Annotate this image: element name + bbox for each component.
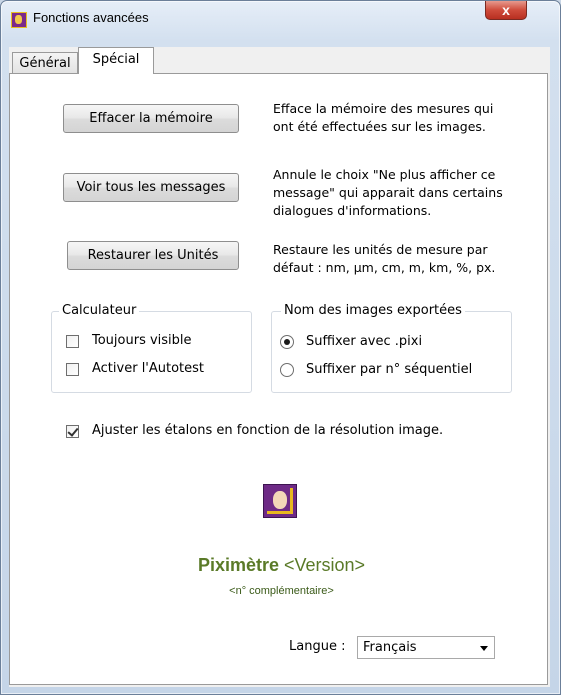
piximetre-logo-icon (263, 484, 297, 518)
suffix-pixi-label: Suffixer avec .pixi (306, 334, 423, 349)
adjust-standards-label: Ajuster les étalons en fonction de la ré… (92, 423, 444, 438)
suffix-sequential-radio[interactable] (280, 363, 294, 377)
product-extra: <n° complémentaire> (229, 585, 334, 597)
clear-memory-description: Efface la mémoire des mesures qui ont ét… (273, 101, 494, 134)
suffix-sequential-label: Suffixer par n° séquentiel (306, 362, 473, 377)
language-value: Français (363, 640, 417, 655)
restore-units-description: Restaure les unités de mesure par défaut… (273, 242, 496, 275)
window-title: Fonctions avancées (33, 10, 149, 25)
product-title: Piximètre <Version> (1, 555, 561, 576)
calculator-group-title: Calculateur (59, 304, 140, 318)
show-all-messages-button[interactable]: Voir tous les messages (63, 173, 239, 202)
product-name: Piximètre (197, 555, 279, 575)
tab-special[interactable]: Spécial (78, 47, 154, 74)
close-button[interactable]: x (485, 1, 527, 20)
tab-general[interactable]: Général (12, 52, 78, 73)
product-version: <Version> (284, 555, 366, 575)
show-all-messages-description: Annule le choix "Ne plus afficher ce mes… (273, 167, 503, 218)
calculator-group (51, 311, 252, 393)
chevron-down-icon (480, 646, 488, 651)
suffix-pixi-radio[interactable] (280, 335, 294, 349)
restore-units-button[interactable]: Restaurer les Unités (67, 241, 239, 270)
always-visible-label: Toujours visible (92, 333, 192, 348)
export-names-group (271, 311, 512, 393)
enable-autotest-label: Activer l'Autotest (92, 361, 205, 376)
dialog-window: Fonctions avancées x Général Spécial Eff… (0, 0, 561, 695)
app-icon (11, 12, 27, 28)
language-label: Langue : (289, 639, 346, 654)
language-select[interactable]: Français (357, 636, 495, 659)
clear-memory-button[interactable]: Effacer la mémoire (63, 104, 239, 133)
always-visible-checkbox[interactable] (66, 335, 79, 348)
title-bar: Fonctions avancées x (1, 1, 560, 31)
enable-autotest-checkbox[interactable] (66, 363, 79, 376)
adjust-standards-checkbox[interactable] (66, 425, 79, 438)
export-names-group-title: Nom des images exportées (281, 304, 465, 318)
